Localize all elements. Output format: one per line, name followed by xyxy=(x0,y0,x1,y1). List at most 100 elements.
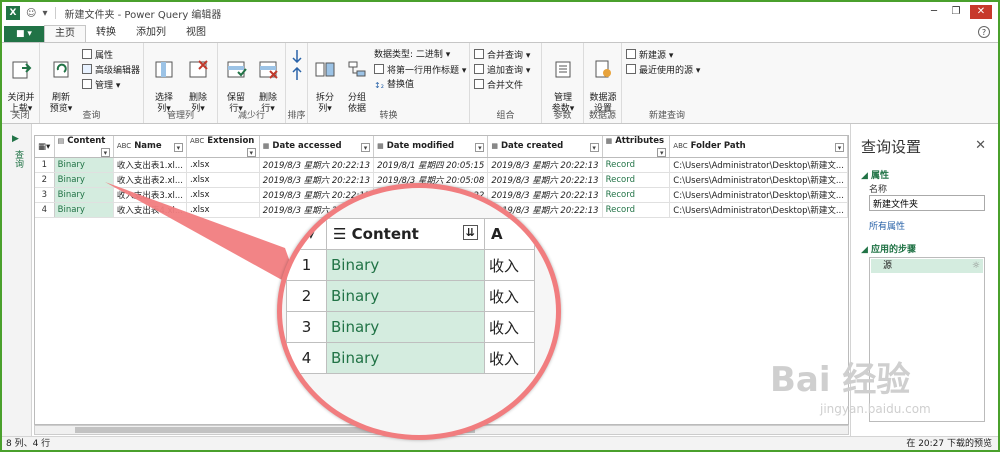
column-header-label: Date accessed xyxy=(272,141,342,151)
excel-logo-icon: X xyxy=(6,6,20,20)
column-header-name[interactable]: ABC Name ▾ xyxy=(113,136,187,158)
table-cell[interactable]: C:\Users\Administrator\Desktop\新建文... xyxy=(669,172,848,188)
cell-record-link[interactable]: Record xyxy=(602,202,671,218)
cell-binary-link[interactable]: Binary xyxy=(54,172,114,188)
cell-date[interactable]: 2019/8/3 星期六 20:22:13 xyxy=(259,157,375,173)
cell-binary-link[interactable]: Binary xyxy=(54,187,114,203)
group-by-button[interactable]: 分组 依据 xyxy=(342,47,372,115)
query-name-input[interactable] xyxy=(869,195,985,211)
cell-date[interactable]: 2019/8/3 星期六 20:22:13 xyxy=(259,172,375,188)
table-cell[interactable]: .xlsx xyxy=(186,187,260,203)
column-header-content[interactable]: ▤ Content ▾ xyxy=(54,136,114,158)
remove-rows-button[interactable]: 删除 行▾ xyxy=(252,47,284,115)
cell-binary-link[interactable]: Binary xyxy=(54,157,114,173)
column-type-icon[interactable]: ▤ xyxy=(58,137,65,145)
column-filter-icon[interactable]: ▾ xyxy=(835,143,844,152)
recent-sources-button[interactable]: 最近使用的源 ▾ xyxy=(626,64,700,78)
datasource-settings-button[interactable]: 数据源 设置 xyxy=(586,47,620,115)
column-header-extension[interactable]: ABC Extension ▾ xyxy=(186,136,260,158)
panel-close-icon[interactable]: ✕ xyxy=(975,138,986,153)
cell-record-link[interactable]: Record xyxy=(602,157,671,173)
cell-date[interactable]: 2019/8/3 星期六 20:22:13 xyxy=(487,187,603,203)
table-cell[interactable]: C:\Users\Administrator\Desktop\新建文... xyxy=(669,202,848,218)
close-and-load-button[interactable]: 关闭并 上载▾ xyxy=(5,47,37,115)
qat-dropdown-icon[interactable]: ▾ xyxy=(42,8,47,19)
column-header-date-created[interactable]: ▦ Date created ▾ xyxy=(487,136,603,158)
advanced-editor-button[interactable]: 高级编辑器 xyxy=(82,64,140,78)
column-type-icon[interactable]: ▦ xyxy=(606,137,613,145)
cell-record-link[interactable]: Record xyxy=(602,172,671,188)
merge-queries-button[interactable]: 合并查询 ▾ xyxy=(474,49,530,63)
minimize-button[interactable]: ─ xyxy=(926,5,942,19)
column-type-icon[interactable]: ▦ xyxy=(377,142,384,150)
use-first-row-button[interactable]: 将第一行用作标题 ▾ xyxy=(374,64,466,78)
cell-binary-link[interactable]: Binary xyxy=(54,202,114,218)
keep-rows-button[interactable]: 保留 行▾ xyxy=(220,47,252,115)
properties-button[interactable]: 属性 xyxy=(82,49,113,63)
table-cell[interactable]: 收入支出表4.xl... xyxy=(113,202,187,218)
help-icon[interactable]: ? xyxy=(978,26,990,38)
table-cell[interactable]: 收入支出表2.xl... xyxy=(113,172,187,188)
column-type-icon[interactable]: ▦ xyxy=(491,142,498,150)
combine-files-button[interactable]: 合并文件 xyxy=(474,79,523,93)
gear-icon[interactable]: ☼ xyxy=(972,259,980,273)
column-header-date-accessed[interactable]: ▦ Date accessed ▾ xyxy=(259,136,375,158)
column-filter-icon[interactable]: ▾ xyxy=(657,148,667,157)
first-row-header-icon xyxy=(374,64,384,74)
column-filter-icon[interactable]: ▾ xyxy=(589,143,599,152)
refresh-preview-button[interactable]: 刷新 预览▾ xyxy=(44,47,78,115)
all-properties-link[interactable]: 所有属性 xyxy=(869,219,905,232)
table-corner-icon[interactable]: ▦▾ xyxy=(35,136,55,158)
tab-view[interactable]: 视图 xyxy=(176,25,216,42)
table-cell[interactable]: .xlsx xyxy=(186,157,260,173)
column-filter-icon[interactable]: ▾ xyxy=(173,143,183,152)
manage-button[interactable]: 管理 ▾ xyxy=(82,79,120,93)
queries-pane-collapsed[interactable]: ▶ 查询 xyxy=(2,124,32,436)
step-source[interactable]: 源 ☼ xyxy=(871,259,983,273)
tab-home[interactable]: 主页 xyxy=(44,25,86,42)
cell-record-link[interactable]: Record xyxy=(602,187,671,203)
cell-date[interactable]: 2019/8/1 星期四 20:05:15 xyxy=(373,157,489,173)
tab-add-column[interactable]: 添加列 xyxy=(126,25,176,42)
new-source-button[interactable]: 新建源 ▾ xyxy=(626,49,673,63)
file-tab[interactable]: ■ ▾ xyxy=(4,26,44,42)
table-cell[interactable]: .xlsx xyxy=(186,202,260,218)
cell-date[interactable]: 2019/8/3 星期六 20:22:13 xyxy=(487,172,603,188)
column-filter-icon[interactable]: ▾ xyxy=(475,143,485,152)
table-cell[interactable]: .xlsx xyxy=(186,172,260,188)
column-filter-icon[interactable]: ▾ xyxy=(361,143,371,152)
table-cell[interactable]: 收入支出表1.xl... xyxy=(113,157,187,173)
column-type-icon[interactable]: ABC xyxy=(117,142,131,150)
tab-transform[interactable]: 转换 xyxy=(86,25,126,42)
applied-steps-header[interactable]: ◢ 应用的步骤 xyxy=(861,242,916,255)
properties-header[interactable]: ◢ 属性 xyxy=(861,168,889,181)
manage-params-button[interactable]: 管理 参数▾ xyxy=(546,47,580,115)
restore-button[interactable]: ❐ xyxy=(948,5,964,19)
append-queries-button[interactable]: 追加查询 ▾ xyxy=(474,64,530,78)
table-row[interactable]: 1 Binary 收入支出表1.xl... .xlsx 2019/8/3 星期六 20:… xyxy=(35,157,848,173)
sort-ascending-icon[interactable] xyxy=(290,49,304,63)
column-filter-icon[interactable]: ▾ xyxy=(246,148,256,157)
sort-descending-icon[interactable] xyxy=(290,67,304,81)
column-type-icon[interactable]: ABC xyxy=(673,142,687,150)
table-cell[interactable]: C:\Users\Administrator\Desktop\新建文... xyxy=(669,187,848,203)
column-type-icon[interactable]: ABC xyxy=(190,137,204,145)
expand-binary-icon[interactable]: ⇊ xyxy=(462,225,478,240)
replace-values-button[interactable]: ↕₂ 替换值 xyxy=(374,79,414,92)
column-header-date-modified[interactable]: ▦ Date modified ▾ xyxy=(373,136,489,158)
cell-date[interactable]: 2019/8/3 星期六 20:22:13 xyxy=(487,157,603,173)
column-type-icon[interactable]: ▦ xyxy=(263,142,270,150)
column-filter-icon[interactable]: ▾ xyxy=(100,148,110,157)
close-button[interactable]: ✕ xyxy=(970,5,992,19)
data-type-dropdown[interactable]: 数据类型: 二进制 ▾ xyxy=(374,49,450,62)
column-header-attributes[interactable]: ▦ Attributes ▾ xyxy=(602,136,671,158)
group-by-icon xyxy=(348,61,366,77)
split-column-button[interactable]: 拆分 列▾ xyxy=(310,47,340,115)
column-header-folder-path[interactable]: ABC Folder Path ▾ xyxy=(669,136,848,158)
choose-columns-button[interactable]: 选择 列▾ xyxy=(148,47,180,115)
remove-columns-button[interactable]: 删除 列▾ xyxy=(182,47,214,115)
smile-icon[interactable]: ☺ xyxy=(26,8,36,19)
table-cell[interactable]: 收入支出表3.xl... xyxy=(113,187,187,203)
table-cell[interactable]: C:\Users\Administrator\Desktop\新建文... xyxy=(669,157,848,173)
expand-arrow-icon[interactable]: ▶ xyxy=(12,134,19,144)
